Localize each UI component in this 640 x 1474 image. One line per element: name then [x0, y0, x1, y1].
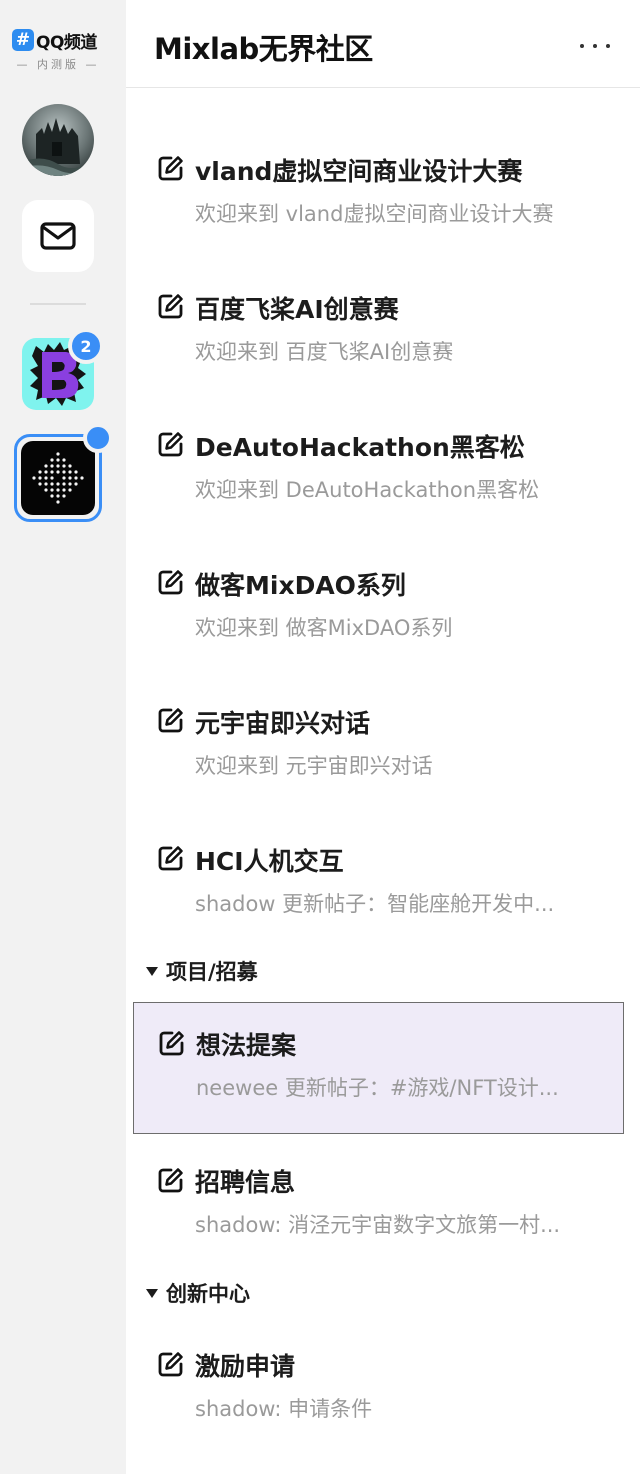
channel-description: neewee 更新帖子：#游戏/NFT设计... — [196, 1076, 559, 1100]
channel-item[interactable]: 元宇宙即兴对话 欢迎来到 元宇宙即兴对话 — [133, 652, 624, 784]
edit-post-icon — [157, 568, 185, 596]
more-options-button[interactable] — [580, 36, 610, 56]
guild-b-avatar[interactable]: 2 — [22, 328, 104, 410]
mail-tile — [22, 200, 94, 272]
channel-item[interactable]: 百度飞桨AI创意赛 欢迎来到 百度飞桨AI创意赛 — [133, 238, 624, 370]
more-dot-icon — [593, 44, 597, 48]
category-header-innovation[interactable]: 创新中心 — [146, 1278, 250, 1308]
edit-post-icon — [157, 430, 185, 458]
page-title: Mixlab无界社区 — [154, 32, 373, 66]
channel-name: 激励申请 — [195, 1352, 296, 1381]
channel-item[interactable]: 激励申请 shadow: 申请条件 — [133, 1324, 624, 1456]
channel-name: HCI人机交互 — [195, 847, 344, 876]
avatar — [22, 104, 94, 176]
rail-divider — [30, 303, 86, 305]
channel-description: shadow: 申请条件 — [195, 1397, 373, 1421]
channel-item[interactable]: HCI人机交互 shadow 更新帖子：智能座舱开发中... — [133, 790, 624, 922]
channel-description: shadow: 消泾元宇宙数字文旅第一村... — [195, 1213, 561, 1237]
channel-name: 招聘信息 — [195, 1168, 296, 1197]
hash-icon: # — [12, 29, 34, 51]
channel-item[interactable]: 招聘信息 shadow: 消泾元宇宙数字文旅第一村... — [133, 1140, 624, 1272]
channel-name: 想法提案 — [196, 1031, 297, 1060]
channel-description: 欢迎来到 元宇宙即兴对话 — [195, 754, 433, 778]
channel-name: vland虚拟空间商业设计大赛 — [195, 157, 523, 186]
edit-post-icon — [157, 292, 185, 320]
channel-item[interactable]: 做客MixDAO系列 欢迎来到 做客MixDAO系列 — [133, 514, 624, 646]
category-header-projects[interactable]: 项目/招募 — [146, 956, 258, 986]
channel-name: 百度飞桨AI创意赛 — [195, 295, 399, 324]
edit-post-icon — [157, 1166, 185, 1194]
app-logo: # QQ频道 — 内测版 — — [12, 28, 104, 72]
channel-item-selected[interactable]: 想法提案 neewee 更新帖子：#游戏/NFT设计... — [133, 1002, 624, 1134]
guild-icon — [21, 441, 95, 515]
beta-label: — 内测版 — — [16, 58, 100, 71]
caret-down-icon — [146, 966, 158, 976]
category-label: 项目/招募 — [166, 960, 258, 984]
app-name: QQ频道 — [36, 32, 97, 53]
channel-description: 欢迎来到 百度飞桨AI创意赛 — [195, 340, 454, 364]
category-label: 创新中心 — [166, 1282, 250, 1306]
channel-description: 欢迎来到 DeAutoHackathon黑客松 — [195, 478, 540, 502]
unread-dot-badge — [83, 423, 113, 453]
channel-name: 元宇宙即兴对话 — [195, 709, 371, 738]
direct-messages-button[interactable] — [22, 200, 94, 272]
channel-item[interactable]: vland虚拟空间商业设计大赛 欢迎来到 vland虚拟空间商业设计大赛 — [133, 100, 624, 232]
edit-post-icon — [157, 706, 185, 734]
unread-count-badge: 2 — [68, 328, 104, 364]
edit-post-icon — [157, 844, 185, 872]
guild-header: Mixlab无界社区 — [126, 0, 640, 88]
caret-down-icon — [146, 1288, 158, 1298]
channel-name: 做客MixDAO系列 — [195, 571, 406, 600]
channel-item[interactable]: DeAutoHackathon黑客松 欢迎来到 DeAutoHackathon黑… — [133, 376, 624, 508]
channel-description: 欢迎来到 做客MixDAO系列 — [195, 616, 453, 640]
channel-description: 欢迎来到 vland虚拟空间商业设计大赛 — [195, 202, 554, 226]
more-dot-icon — [580, 44, 584, 48]
guild-rail: # QQ频道 — 内测版 — 2 — [0, 0, 126, 1474]
user-avatar[interactable] — [22, 104, 94, 176]
more-dot-icon — [606, 44, 610, 48]
mail-icon — [40, 222, 76, 250]
guild-mixlab-avatar[interactable] — [14, 423, 113, 522]
edit-post-icon — [158, 1029, 186, 1057]
edit-post-icon — [157, 154, 185, 182]
channel-name: DeAutoHackathon黑客松 — [195, 433, 525, 462]
channel-description: shadow 更新帖子：智能座舱开发中... — [195, 892, 555, 916]
edit-post-icon — [157, 1350, 185, 1378]
